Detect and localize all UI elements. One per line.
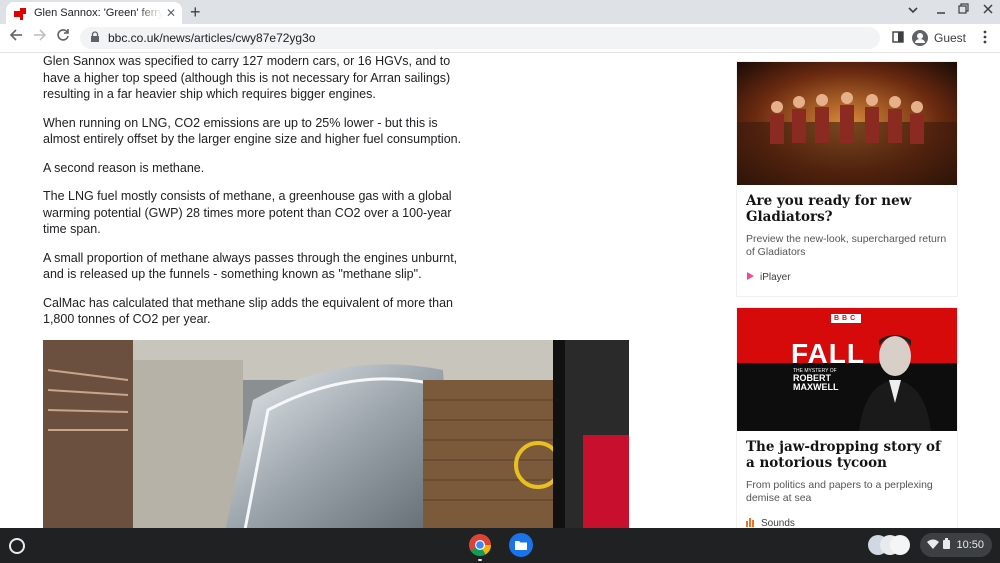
battery-icon — [943, 536, 951, 554]
close-window-icon[interactable] — [982, 3, 994, 18]
running-indicator — [478, 559, 482, 561]
url-text[interactable]: bbc.co.uk/news/articles/cwy87e72yg3o — [108, 31, 315, 45]
launcher-icon[interactable] — [9, 538, 25, 554]
card-source: iPlayer — [746, 271, 948, 284]
card-title[interactable]: The jaw-dropping story of a notorious ty… — [746, 439, 948, 471]
article-paragraph: A second reason is methane. — [43, 160, 205, 175]
tab-title: Glen Sannox: 'Green' ferry has hi — [34, 7, 162, 19]
bbc-logo: BBC — [831, 314, 862, 323]
card-source-label: iPlayer — [760, 272, 791, 283]
tab-search-icon[interactable] — [907, 3, 919, 18]
back-icon[interactable] — [9, 28, 23, 46]
bbc-favicon-icon — [14, 7, 26, 20]
new-tab-button[interactable]: + — [190, 2, 201, 22]
article-paragraph: CalMac has calculated that methane slip … — [43, 295, 453, 327]
profile-label: Guest — [934, 31, 967, 45]
article-paragraph: A small proportion of methane always pas… — [43, 250, 458, 282]
address-bar[interactable]: bbc.co.uk/news/articles/cwy87e72yg3o — [80, 27, 880, 49]
profile-button[interactable]: Guest — [912, 27, 966, 49]
os-taskbar: 10:50 — [0, 528, 1000, 563]
article-body: Glen Sannox was specified to carry 127 m… — [43, 53, 473, 340]
clock: 10:50 — [956, 539, 984, 551]
portrait-silhouette — [859, 335, 931, 431]
iplayer-icon — [746, 271, 755, 284]
page-content: Glen Sannox was specified to carry 127 m… — [0, 53, 1000, 528]
promo-card-maxwell[interactable]: BBC FALL THE MYSTERY OF ROBERT MAXWELL T… — [737, 308, 957, 528]
reload-icon[interactable] — [56, 28, 70, 46]
maxwell-label: ROBERT MAXWELL — [793, 373, 839, 392]
tab-close-icon[interactable]: ✕ — [166, 6, 176, 20]
browser-tab[interactable]: Glen Sannox: 'Green' ferry has hi ✕ — [6, 2, 182, 24]
holding-space-icon[interactable] — [866, 534, 912, 556]
minimize-icon[interactable] — [935, 3, 947, 18]
chrome-icon[interactable] — [468, 533, 492, 557]
files-icon[interactable] — [509, 533, 533, 557]
promo-card-gladiators[interactable]: Are you ready for new Gladiators? Previe… — [737, 62, 957, 296]
card-description: From politics and papers to a perplexing… — [746, 479, 933, 504]
article-paragraph: Glen Sannox was specified to carry 127 m… — [43, 54, 451, 101]
article-paragraph: The LNG fuel mostly consists of methane,… — [43, 189, 452, 236]
fall-title: FALL — [791, 338, 865, 369]
card-source-label: Sounds — [761, 518, 795, 528]
profile-icon — [912, 30, 928, 46]
maxwell-image: BBC FALL THE MYSTERY OF ROBERT MAXWELL — [737, 308, 957, 431]
card-description: Preview the new-look, supercharged retur… — [746, 233, 947, 258]
side-panel-icon[interactable] — [892, 30, 904, 47]
card-source: Sounds — [746, 517, 948, 528]
article-photo — [43, 340, 629, 528]
sounds-icon — [746, 517, 756, 528]
kebab-menu-icon[interactable] — [982, 30, 988, 48]
status-area[interactable]: 10:50 — [920, 533, 992, 557]
lock-icon[interactable] — [90, 31, 100, 45]
wifi-icon — [927, 536, 940, 554]
article-paragraph: When running on LNG, CO2 emissions are u… — [43, 115, 462, 147]
maximize-icon[interactable] — [958, 3, 970, 18]
gladiators-image — [737, 62, 957, 185]
forward-icon[interactable] — [33, 28, 47, 46]
tab-strip: Glen Sannox: 'Green' ferry has hi ✕ + — [0, 0, 1000, 24]
card-title[interactable]: Are you ready for new Gladiators? — [746, 193, 948, 225]
browser-toolbar: bbc.co.uk/news/articles/cwy87e72yg3o Gue… — [0, 24, 1000, 53]
